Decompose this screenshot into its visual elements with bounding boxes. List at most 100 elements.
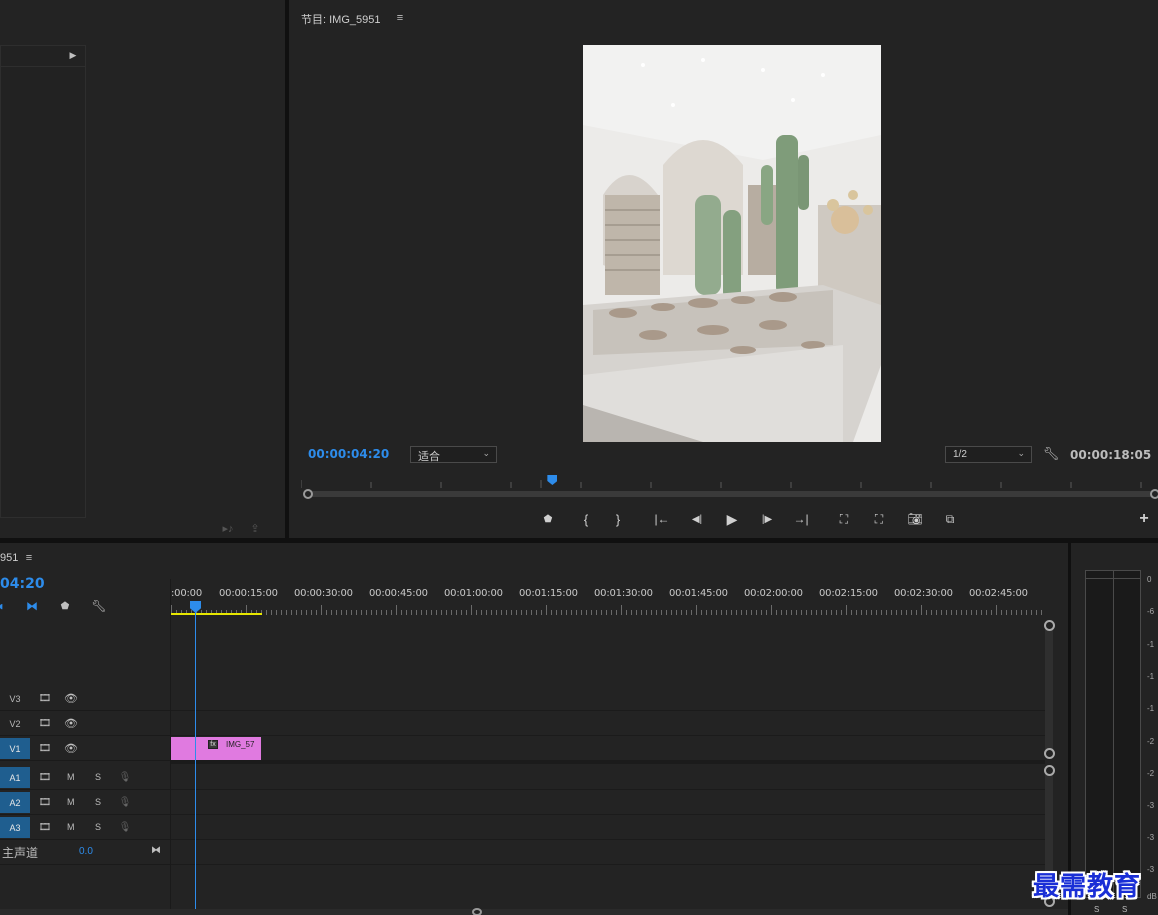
resolution-value: 1/2 xyxy=(953,449,967,460)
lift-icon[interactable]: ⛶ xyxy=(833,508,855,530)
extract-icon[interactable]: ⛶ xyxy=(868,508,890,530)
track-label[interactable]: V2 xyxy=(0,713,30,734)
expand-arrow-icon[interactable]: ▶ xyxy=(66,48,80,62)
track-lane-a2[interactable] xyxy=(171,790,1045,815)
track-lane-a3[interactable] xyxy=(171,815,1045,840)
go-to-out-icon[interactable]: →| xyxy=(790,508,812,530)
compare-view-icon[interactable]: ⧉ xyxy=(939,508,961,530)
track-label[interactable]: A2 xyxy=(0,792,30,813)
video-clip[interactable]: fx IMG_57 xyxy=(171,737,261,760)
export-frame-icon[interactable]: ⇪ xyxy=(246,520,264,536)
resolution-select[interactable]: 1/2 ⌄ xyxy=(945,446,1032,463)
panel-menu-icon[interactable]: ≡ xyxy=(22,551,36,565)
program-zoom-scrollbar[interactable] xyxy=(307,491,1155,497)
program-duration: 00:00:18:05 xyxy=(1070,448,1152,462)
timeline-timecode[interactable]: 04:20 xyxy=(0,576,45,592)
panel-menu-icon[interactable]: ≡ xyxy=(393,11,407,25)
microphone-icon[interactable]: 🎙︎ xyxy=(118,795,132,809)
video-audio-divider[interactable] xyxy=(171,761,1045,764)
step-forward-icon[interactable]: |▶ xyxy=(756,508,778,530)
eye-icon[interactable]: 👁︎ xyxy=(64,741,78,755)
track-label[interactable]: A1 xyxy=(0,767,30,788)
track-header-v1[interactable]: V1 🎞︎ 👁︎ xyxy=(0,736,170,761)
chevron-down-icon: ⌄ xyxy=(482,448,490,458)
timeline-horizontal-scrollbar[interactable] xyxy=(0,909,1068,915)
eye-icon[interactable]: 👁︎ xyxy=(64,691,78,705)
track-lane-v2[interactable] xyxy=(171,711,1045,736)
wrench-icon[interactable]: 🔧︎ xyxy=(1043,446,1060,462)
mute-button[interactable]: M xyxy=(67,772,75,782)
microphone-icon[interactable]: 🎙︎ xyxy=(118,820,132,834)
solo-button[interactable]: S xyxy=(95,797,101,807)
microphone-icon[interactable]: 🎙︎ xyxy=(118,770,132,784)
meter-tick: -3 xyxy=(1147,865,1155,874)
track-label[interactable]: A3 xyxy=(0,817,30,838)
scroll-handle-center[interactable] xyxy=(472,908,482,915)
ruler-label: 00:00:30:00 xyxy=(294,588,353,599)
solo-left-button[interactable]: S xyxy=(1094,905,1099,914)
track-header-v3[interactable]: V3 🎞︎ 👁︎ xyxy=(0,686,170,711)
ruler-label: 00:00:15:00 xyxy=(219,588,278,599)
solo-right-button[interactable]: S xyxy=(1122,905,1127,914)
track-header-v2[interactable]: V2 🎞︎ 👁︎ xyxy=(0,711,170,736)
track-header-a2[interactable]: A2 🎞︎ M S 🎙︎ xyxy=(0,790,170,815)
solo-button[interactable]: S xyxy=(95,822,101,832)
camera-icon[interactable]: 📷︎ xyxy=(904,508,926,530)
snap-icon[interactable]: ◖ xyxy=(0,599,6,613)
track-lane-v3[interactable] xyxy=(171,686,1045,711)
add-button[interactable]: + xyxy=(1133,508,1155,530)
meter-channel-left xyxy=(1085,570,1114,898)
audio-meter-panel: S S xyxy=(1071,543,1158,915)
track-lane-master[interactable] xyxy=(171,840,1045,865)
linked-selection-icon[interactable]: ⧓ xyxy=(24,598,40,614)
scroll-handle-bottom[interactable] xyxy=(1044,748,1055,759)
film-icon[interactable]: 🎞︎ xyxy=(38,716,52,730)
program-mini-ruler[interactable] xyxy=(300,476,1156,488)
film-icon[interactable]: 🎞︎ xyxy=(38,691,52,705)
export-audio-icon[interactable]: ▸♪ xyxy=(219,520,237,536)
ruler-label: 00:00:45:00 xyxy=(369,588,428,599)
master-volume[interactable]: 0.0 xyxy=(79,846,93,857)
go-to-in-icon[interactable]: |← xyxy=(651,508,673,530)
mark-in-button[interactable]: { xyxy=(575,508,597,530)
track-header-a3[interactable]: A3 🎞︎ M S 🎙︎ xyxy=(0,815,170,840)
add-marker-icon[interactable]: ⬟ xyxy=(58,599,72,613)
go-to-edit-icon[interactable]: ⧓ xyxy=(149,843,163,857)
clip-fx-icon: fx xyxy=(208,740,218,749)
track-label[interactable]: V3 xyxy=(0,688,30,709)
work-area-bar[interactable] xyxy=(171,613,262,615)
track-header-master[interactable]: 主声道 0.0 ⧓ xyxy=(0,840,170,865)
scroll-handle-top[interactable] xyxy=(1044,620,1055,631)
track-label[interactable]: V1 xyxy=(0,738,30,759)
timeline-title[interactable]: 951 xyxy=(0,552,18,564)
timeline-playhead-line[interactable] xyxy=(195,612,196,910)
wrench-icon[interactable]: 🔧︎ xyxy=(91,598,107,614)
program-title[interactable]: 节目: IMG_5951 xyxy=(301,11,380,27)
track-lane-a1[interactable] xyxy=(171,765,1045,790)
film-icon[interactable]: 🎞︎ xyxy=(38,795,52,809)
program-timecode[interactable]: 00:00:04:20 xyxy=(308,447,389,461)
mute-button[interactable]: M xyxy=(67,797,75,807)
add-marker-icon[interactable]: ⬟ xyxy=(537,508,559,530)
mute-button[interactable]: M xyxy=(67,822,75,832)
film-icon[interactable]: 🎞︎ xyxy=(38,741,52,755)
zoom-fit-select[interactable]: 适合 ⌄ xyxy=(410,446,497,463)
mark-out-button[interactable]: } xyxy=(607,508,629,530)
step-back-icon[interactable]: ◀| xyxy=(686,508,708,530)
master-label: 主声道 xyxy=(2,846,39,860)
play-icon[interactable]: ▶ xyxy=(721,508,743,530)
scrollbar-handle-left[interactable] xyxy=(303,489,313,499)
meter-tick: -3 xyxy=(1147,833,1155,842)
solo-button[interactable]: S xyxy=(95,772,101,782)
eye-icon[interactable]: 👁︎ xyxy=(64,716,78,730)
meter-tick: -1 xyxy=(1147,640,1155,649)
film-icon[interactable]: 🎞︎ xyxy=(38,820,52,834)
scrollbar-handle-right[interactable] xyxy=(1150,489,1158,499)
scroll-handle-top[interactable] xyxy=(1044,765,1055,776)
watermark-logo: 最需教育 xyxy=(1033,872,1142,902)
film-icon[interactable]: 🎞︎ xyxy=(38,770,52,784)
track-lane-v1[interactable] xyxy=(171,736,1045,761)
ruler-label: 00:01:45:00 xyxy=(669,588,728,599)
video-tracks-scrollbar[interactable] xyxy=(1045,626,1053,756)
track-header-a1[interactable]: A1 🎞︎ M S 🎙︎ xyxy=(0,765,170,790)
